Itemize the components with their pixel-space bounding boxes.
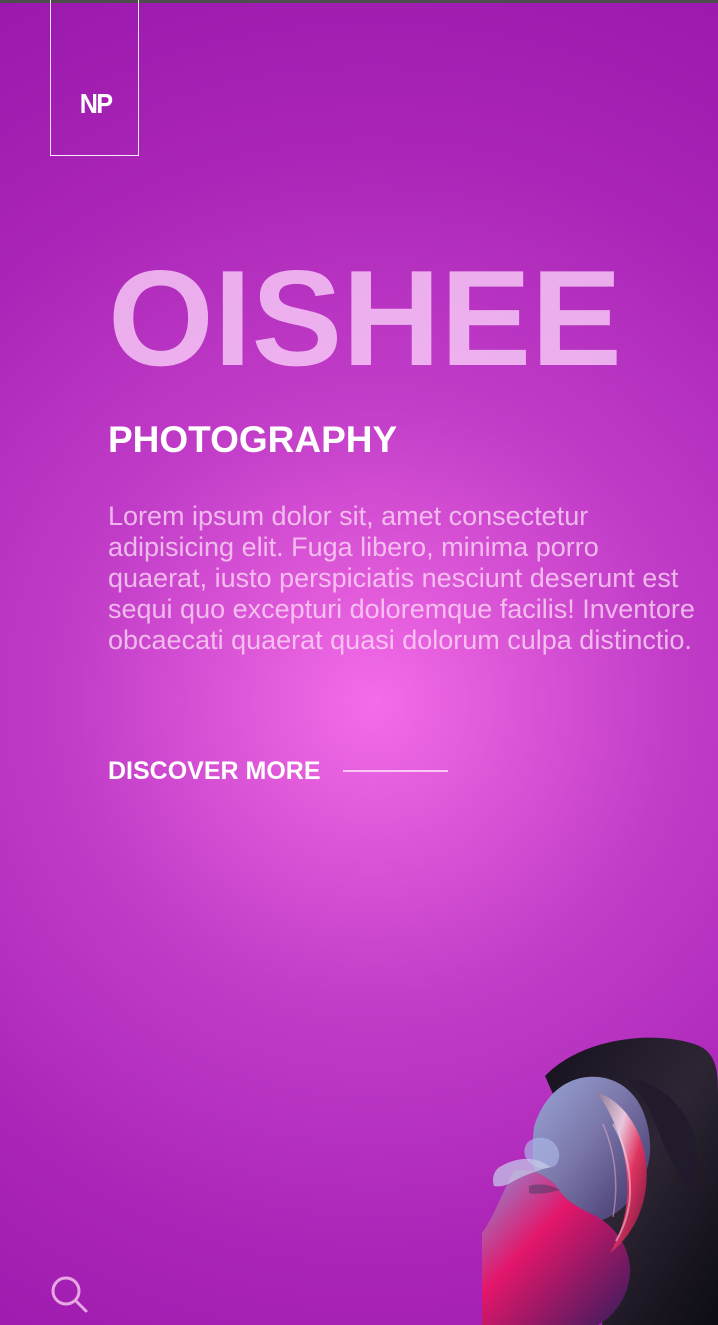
discover-more-line [342, 770, 448, 772]
portrait-image [482, 1035, 718, 1325]
hero-title: OISHEE [108, 242, 622, 394]
discover-more-link[interactable]: DISCOVER MORE [108, 757, 448, 785]
discover-more-label: DISCOVER MORE [108, 756, 321, 785]
logo-frame[interactable]: NP [50, 0, 139, 156]
hero-description: Lorem ipsum dolor sit, amet consectetur … [108, 501, 695, 655]
search-icon[interactable] [49, 1274, 89, 1314]
logo-text: NP [79, 88, 113, 119]
hero-subtitle: PHOTOGRAPHY [108, 419, 398, 460]
landing-page: NP OISHEE PHOTOGRAPHY Lorem ipsum dolor … [0, 0, 718, 1325]
